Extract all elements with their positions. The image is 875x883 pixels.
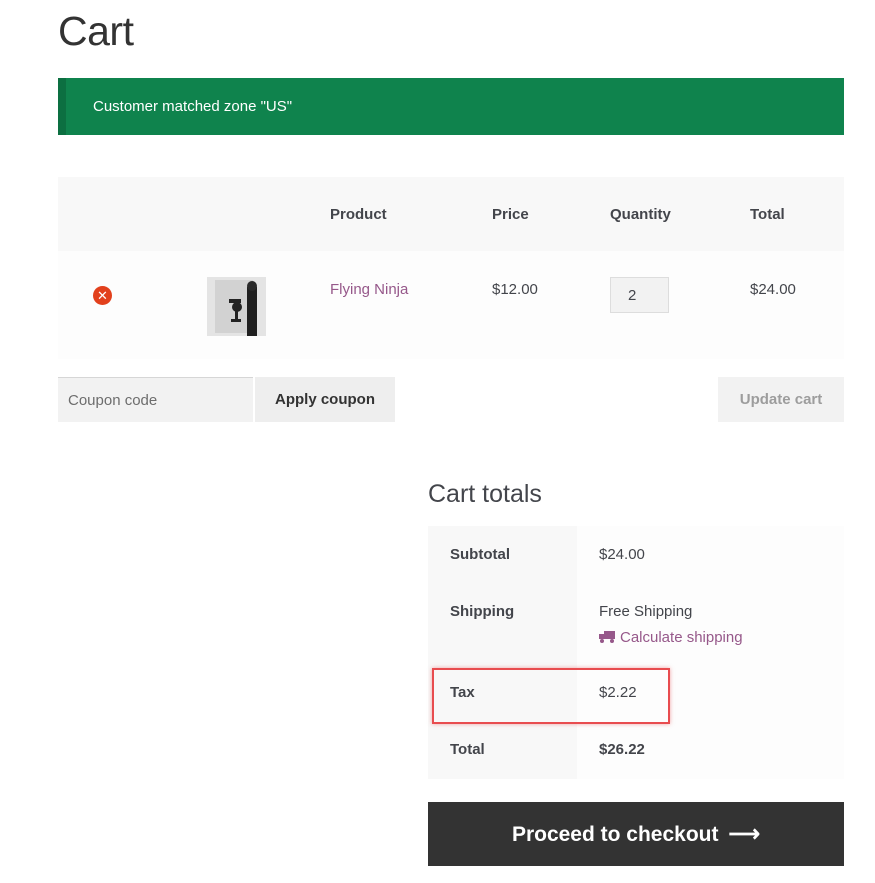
shipping-row: Shipping Free Shipping Calculate shippin… xyxy=(428,584,844,664)
product-total: $24.00 xyxy=(750,281,796,298)
cart-table: Product Price Quantity Total ✕ Flying Ni… xyxy=(58,177,844,359)
calculate-shipping-label: Calculate shipping xyxy=(620,629,743,646)
remove-icon[interactable]: ✕ xyxy=(93,286,112,305)
cart-totals-title: Cart totals xyxy=(428,480,542,508)
cart-table-header: Product Price Quantity Total xyxy=(58,177,844,251)
calculate-shipping-link[interactable]: Calculate shipping xyxy=(599,629,743,646)
subtotal-value: $24.00 xyxy=(599,546,645,563)
total-value: $26.22 xyxy=(599,741,645,758)
checkout-label: Proceed to checkout xyxy=(511,823,719,846)
header-total: Total xyxy=(750,206,785,223)
cart-totals-table: Subtotal $24.00 Shipping Free Shipping C… xyxy=(428,526,844,779)
arrow-right-icon: ⟶ xyxy=(728,821,761,846)
zone-notice: Customer matched zone "US" xyxy=(58,78,844,135)
product-name-link[interactable]: Flying Ninja xyxy=(330,281,408,298)
apply-coupon-button[interactable]: Apply coupon xyxy=(255,377,395,422)
header-quantity: Quantity xyxy=(610,206,671,223)
update-cart-button[interactable]: Update cart xyxy=(718,377,844,422)
tax-value: $2.22 xyxy=(599,684,637,701)
header-product: Product xyxy=(330,206,387,223)
product-thumbnail[interactable] xyxy=(207,277,266,336)
shipping-label: Shipping xyxy=(450,603,515,620)
cart-actions: Apply coupon Update cart xyxy=(58,377,844,422)
subtotal-label: Subtotal xyxy=(450,546,510,563)
product-price: $12.00 xyxy=(492,281,538,298)
page-title: Cart xyxy=(58,8,134,54)
proceed-to-checkout-button[interactable]: Proceed to checkout ⟶ xyxy=(428,802,844,866)
zone-notice-text: Customer matched zone "US" xyxy=(93,98,293,115)
shipping-value: Free Shipping xyxy=(599,603,693,620)
total-label: Total xyxy=(450,741,485,758)
truck-icon xyxy=(599,630,615,643)
total-row: Total $26.22 xyxy=(428,721,844,779)
coupon-code-input[interactable] xyxy=(58,377,253,422)
quantity-input[interactable] xyxy=(610,277,669,313)
cart-item-row: ✕ Flying Ninja $12.00 $24.00 xyxy=(58,251,844,359)
tax-label: Tax xyxy=(450,684,475,701)
tax-row: Tax $2.22 xyxy=(428,664,844,721)
header-price: Price xyxy=(492,206,529,223)
subtotal-row: Subtotal $24.00 xyxy=(428,526,844,584)
